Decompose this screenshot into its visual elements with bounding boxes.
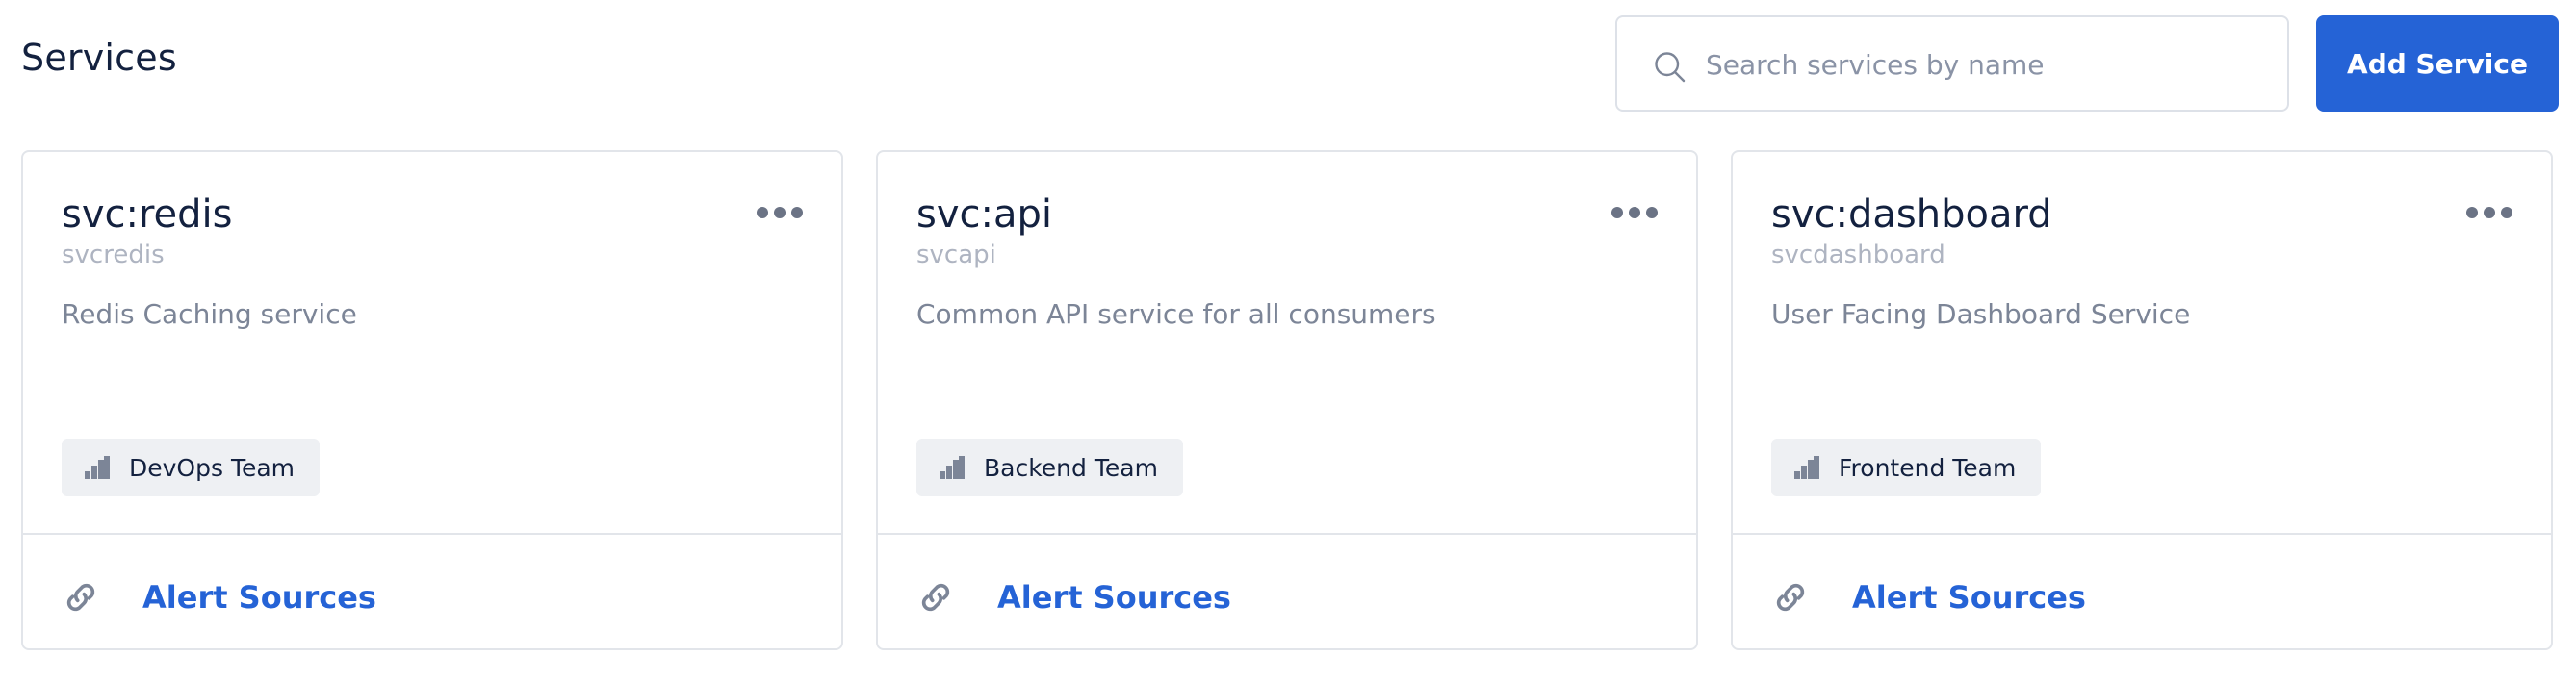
search-icon (1655, 52, 1686, 83)
team-label: Backend Team (984, 453, 1158, 482)
team-icon (85, 456, 110, 479)
more-options-button[interactable] (1611, 202, 1658, 223)
team-badge[interactable]: Frontend Team (1771, 439, 2042, 496)
more-options-button[interactable] (2466, 202, 2512, 223)
more-horizontal-icon (757, 207, 768, 218)
service-id: svcredis (62, 240, 165, 269)
service-description: Redis Caching service (62, 298, 357, 330)
team-label: Frontend Team (1839, 453, 2017, 482)
team-icon (1794, 456, 1819, 479)
add-service-button[interactable]: Add Service (2316, 15, 2559, 112)
service-card[interactable]: svc:api svcapi Common API service for al… (876, 150, 1698, 650)
link-icon (1776, 583, 1805, 612)
search-input[interactable] (1706, 37, 2264, 92)
team-badge[interactable]: DevOps Team (62, 439, 321, 496)
card-divider (878, 533, 1696, 535)
team-icon (940, 456, 965, 479)
alert-sources-link[interactable]: Alert Sources (62, 573, 376, 621)
service-card[interactable]: svc:dashboard svcdashboard User Facing D… (1731, 150, 2553, 650)
service-name: svc:dashboard (1771, 192, 2052, 237)
card-divider (1733, 533, 2551, 535)
link-icon (921, 583, 950, 612)
service-name: svc:api (916, 192, 1052, 237)
team-label: DevOps Team (129, 453, 296, 482)
search-box[interactable] (1615, 15, 2289, 112)
alert-sources-link[interactable]: Alert Sources (916, 573, 1231, 621)
service-id: svcapi (916, 240, 996, 269)
alert-sources-label: Alert Sources (142, 579, 376, 616)
service-card[interactable]: svc:redis svcredis Redis Caching service… (21, 150, 843, 650)
team-badge[interactable]: Backend Team (916, 439, 1183, 496)
card-divider (23, 533, 841, 535)
service-name: svc:redis (62, 192, 233, 237)
alert-sources-label: Alert Sources (1852, 579, 2086, 616)
service-id: svcdashboard (1771, 240, 1945, 269)
service-description: Common API service for all consumers (916, 298, 1436, 330)
alert-sources-link[interactable]: Alert Sources (1771, 573, 2086, 621)
service-description: User Facing Dashboard Service (1771, 298, 2191, 330)
more-horizontal-icon (1611, 207, 1623, 218)
alert-sources-label: Alert Sources (997, 579, 1231, 616)
page-title: Services (21, 37, 177, 79)
more-options-button[interactable] (757, 202, 803, 223)
more-horizontal-icon (2466, 207, 2478, 218)
link-icon (66, 583, 95, 612)
